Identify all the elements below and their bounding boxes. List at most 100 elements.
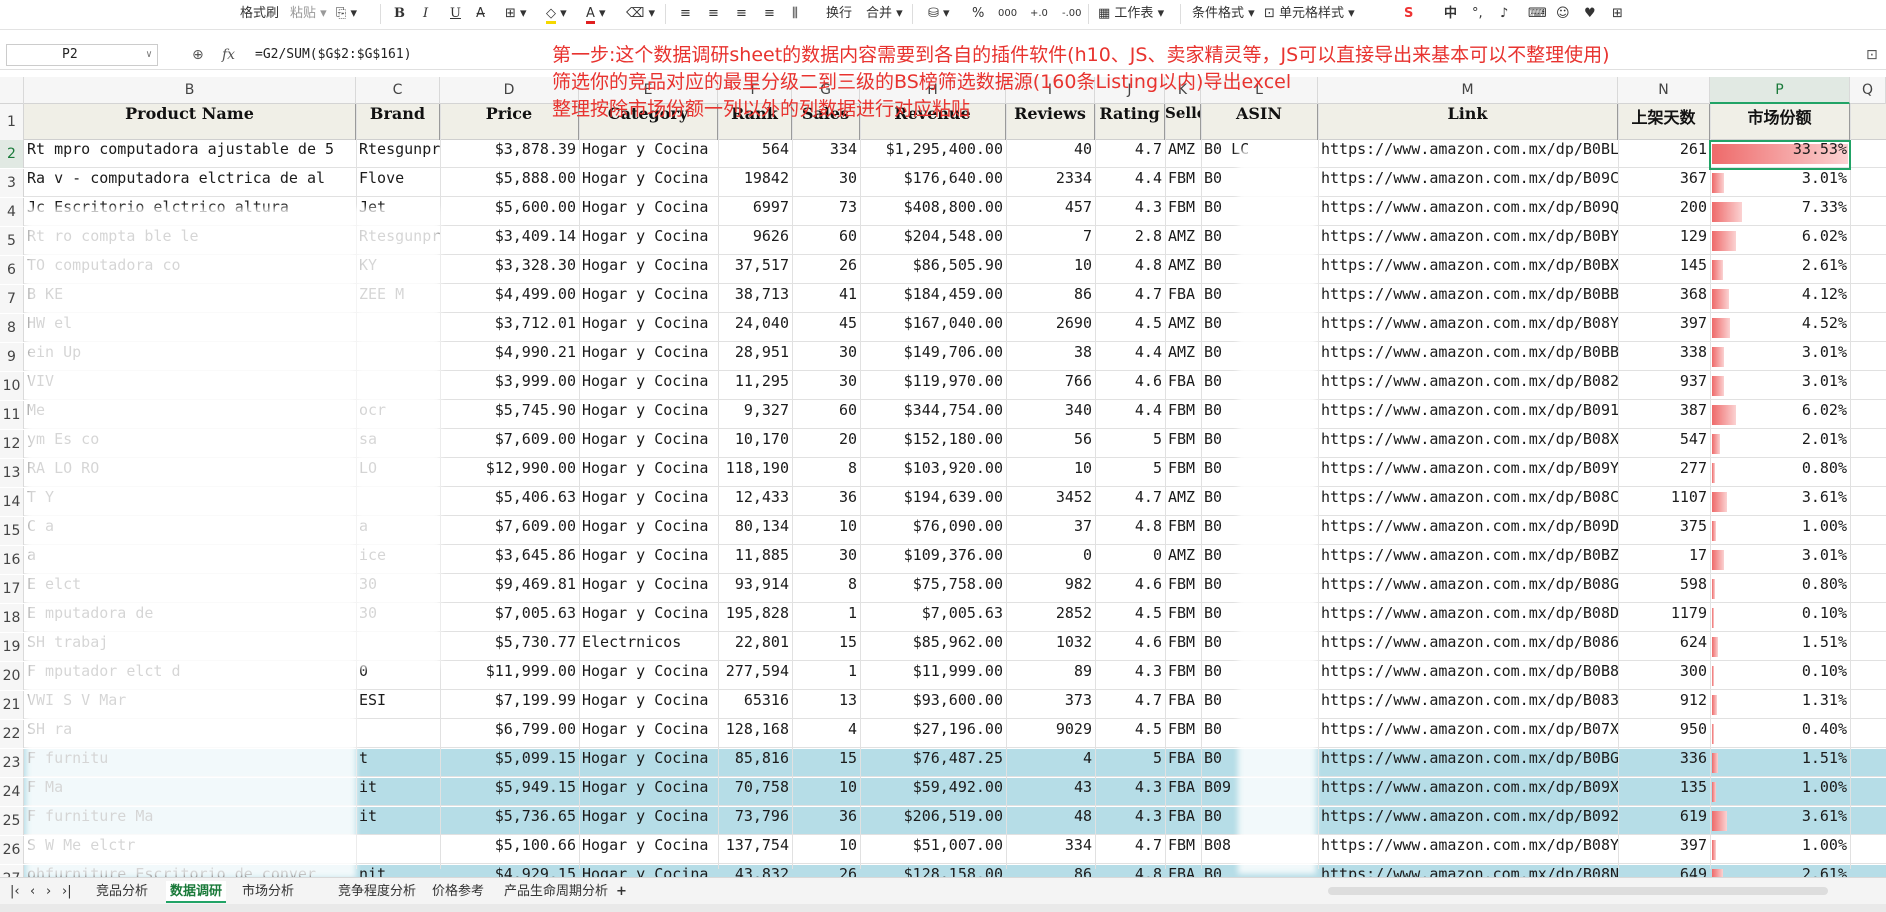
cell-revenue[interactable]: $109,376.00: [860, 546, 1006, 574]
cell-market-share[interactable]: 0.80%: [1710, 575, 1850, 603]
row-number[interactable]: 22: [0, 720, 24, 748]
cell-seller[interactable]: FBA: [1165, 778, 1201, 806]
border-icon[interactable]: ⊞ ▾: [505, 3, 527, 25]
cell-product-name[interactable]: Ra v - computadora elctrica de al: [24, 169, 356, 197]
cell-reviews[interactable]: 4: [1006, 749, 1095, 777]
cell-sales[interactable]: 30: [792, 546, 860, 574]
cell-category[interactable]: Hogar y Cocina: [579, 343, 718, 371]
cell-market-share[interactable]: 3.01%: [1710, 546, 1850, 574]
expand-formula-icon[interactable]: ⊡: [1866, 44, 1878, 66]
cell-price[interactable]: $11,999.00: [440, 662, 579, 690]
cell-reviews[interactable]: 10: [1006, 256, 1095, 284]
cell-price[interactable]: $5,730.77: [440, 633, 579, 661]
cell-revenue[interactable]: $206,519.00: [860, 807, 1006, 835]
cell-link[interactable]: https://www.amazon.com.mx/dp/B0BB: [1318, 343, 1618, 371]
cell-market-share[interactable]: 0.40%: [1710, 720, 1850, 748]
cell-seller[interactable]: AMZ: [1165, 314, 1201, 342]
cell-link[interactable]: https://www.amazon.com.mx/dp/B083: [1318, 691, 1618, 719]
cell-seller[interactable]: FBM: [1165, 575, 1201, 603]
cell-link[interactable]: https://www.amazon.com.mx/dp/B092: [1318, 807, 1618, 835]
punctuation-icon[interactable]: °,: [1472, 3, 1483, 25]
cell-market-share[interactable]: 7.33%: [1710, 198, 1850, 226]
cell-price[interactable]: $7,005.63: [440, 604, 579, 632]
row-number[interactable]: 11: [0, 401, 24, 429]
cell-category[interactable]: Hogar y Cocina: [579, 488, 718, 516]
cell-market-share[interactable]: 1.00%: [1710, 778, 1850, 806]
header-brand[interactable]: Brand: [356, 104, 440, 140]
cell-days-listed[interactable]: 387: [1618, 401, 1710, 429]
cell-revenue[interactable]: $408,800.00: [860, 198, 1006, 226]
cell-days-listed[interactable]: 397: [1618, 314, 1710, 342]
cell-market-share[interactable]: 4.52%: [1710, 314, 1850, 342]
cell-price[interactable]: $5,949.15: [440, 778, 579, 806]
cell-revenue[interactable]: $194,639.00: [860, 488, 1006, 516]
row-number[interactable]: 7: [0, 285, 24, 313]
row-number[interactable]: 14: [0, 488, 24, 516]
cell-reviews[interactable]: 9029: [1006, 720, 1095, 748]
cell-reviews[interactable]: 89: [1006, 662, 1095, 690]
cell-link[interactable]: https://www.amazon.com.mx/dp/B0B8: [1318, 662, 1618, 690]
cell-market-share[interactable]: 3.01%: [1710, 169, 1850, 197]
cell-sales[interactable]: 10: [792, 778, 860, 806]
cell-days-listed[interactable]: 547: [1618, 430, 1710, 458]
cell-link[interactable]: https://www.amazon.com.mx/dp/B09Y: [1318, 459, 1618, 487]
select-all-corner[interactable]: [0, 77, 24, 104]
cell-reviews[interactable]: 340: [1006, 401, 1095, 429]
cell-category[interactable]: Hogar y Cocina: [579, 314, 718, 342]
cell-link[interactable]: https://www.amazon.com.mx/dp/B091: [1318, 401, 1618, 429]
cell-category[interactable]: Hogar y Cocina: [579, 140, 718, 168]
cell-brand[interactable]: Rtesgunpr: [356, 140, 440, 168]
cell-reviews[interactable]: 56: [1006, 430, 1095, 458]
cell-rating[interactable]: 4.5: [1095, 314, 1165, 342]
cell-days-listed[interactable]: 135: [1618, 778, 1710, 806]
cell-rank[interactable]: 28,951: [718, 343, 792, 371]
row-number[interactable]: 2: [0, 140, 24, 168]
cell-sales[interactable]: 30: [792, 343, 860, 371]
cell-rank[interactable]: 10,170: [718, 430, 792, 458]
cell-rating[interactable]: 4.8: [1095, 256, 1165, 284]
cell-seller[interactable]: FBA: [1165, 749, 1201, 777]
cell-rating[interactable]: 5: [1095, 749, 1165, 777]
tab-market-analysis[interactable]: 市场分析: [238, 881, 298, 903]
cell-sales[interactable]: 36: [792, 488, 860, 516]
row-number[interactable]: 4: [0, 198, 24, 226]
cell-seller[interactable]: FBM: [1165, 459, 1201, 487]
cell-revenue[interactable]: $204,548.00: [860, 227, 1006, 255]
cell-brand[interactable]: [356, 836, 440, 864]
cell-price[interactable]: $5,888.00: [440, 169, 579, 197]
cell-rating[interactable]: 5: [1095, 430, 1165, 458]
cell-rating[interactable]: 4.7: [1095, 836, 1165, 864]
cell-rating[interactable]: 0: [1095, 546, 1165, 574]
cell-seller[interactable]: FBA: [1165, 691, 1201, 719]
cell-category[interactable]: Hogar y Cocina: [579, 372, 718, 400]
col-letter-b[interactable]: B: [24, 77, 356, 104]
clipboard-icon[interactable]: ⎘ ▾: [336, 3, 357, 25]
cell-revenue[interactable]: $93,600.00: [860, 691, 1006, 719]
cell-market-share[interactable]: 1.00%: [1710, 836, 1850, 864]
cell-market-share[interactable]: 2.61%: [1710, 256, 1850, 284]
cell-sales[interactable]: 45: [792, 314, 860, 342]
cell-rank[interactable]: 128,168: [718, 720, 792, 748]
cell-category[interactable]: Hogar y Cocina: [579, 604, 718, 632]
cell-market-share[interactable]: 0.80%: [1710, 459, 1850, 487]
cell-market-share[interactable]: 1.51%: [1710, 633, 1850, 661]
apps-grid-icon[interactable]: ⊞: [1612, 3, 1623, 25]
fill-color-icon[interactable]: ◇ ▾: [546, 3, 567, 25]
cell-sales[interactable]: 26: [792, 256, 860, 284]
cell-reviews[interactable]: 48: [1006, 807, 1095, 835]
cell-seller[interactable]: FBM: [1165, 517, 1201, 545]
cell-seller[interactable]: FBM: [1165, 604, 1201, 632]
row-number[interactable]: 12: [0, 430, 24, 458]
cell-link[interactable]: https://www.amazon.com.mx/dp/B08G: [1318, 575, 1618, 603]
cell-rating[interactable]: 4.3: [1095, 778, 1165, 806]
cell-reviews[interactable]: 37: [1006, 517, 1095, 545]
cell-rank[interactable]: 195,828: [718, 604, 792, 632]
cell-category[interactable]: Hogar y Cocina: [579, 430, 718, 458]
next-sheet-icon[interactable]: ›: [42, 881, 55, 903]
merge-button[interactable]: 合并 ▾: [866, 3, 903, 25]
cell-sales[interactable]: 60: [792, 227, 860, 255]
row-number[interactable]: 1: [0, 104, 24, 140]
cell-days-listed[interactable]: 261: [1618, 140, 1710, 168]
cell-seller[interactable]: AMZ: [1165, 488, 1201, 516]
cell-days-listed[interactable]: 200: [1618, 198, 1710, 226]
